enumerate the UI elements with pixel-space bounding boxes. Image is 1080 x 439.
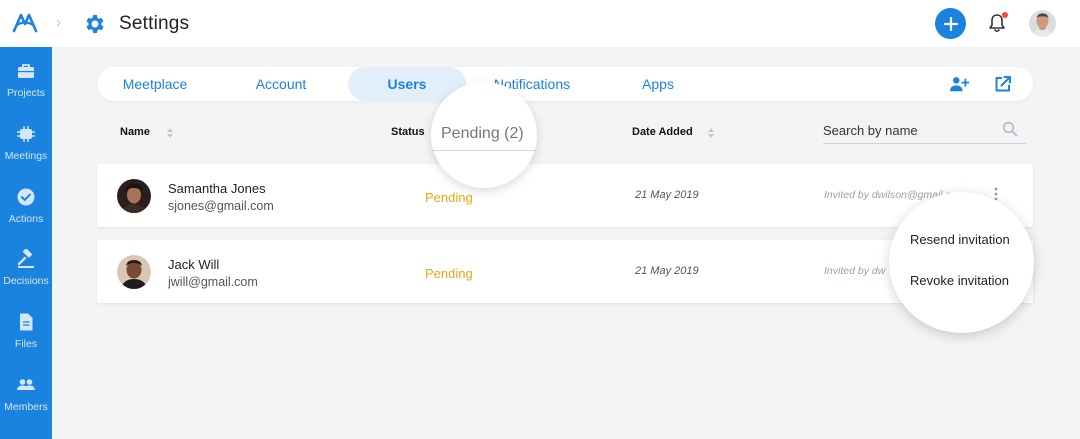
- add-button[interactable]: [935, 8, 966, 39]
- date-added: 21 May 2019: [635, 189, 699, 201]
- column-header-status[interactable]: Status: [391, 126, 425, 138]
- sidebar-item-label: Members: [4, 401, 48, 413]
- status-filter-dropdown[interactable]: Pending (2): [431, 82, 537, 188]
- search-input[interactable]: [823, 118, 993, 143]
- sidebar-item-label: Projects: [7, 87, 45, 99]
- search-icon[interactable]: [1002, 121, 1018, 137]
- people-icon: [17, 379, 35, 390]
- column-header-name[interactable]: Name: [120, 126, 150, 138]
- user-avatar[interactable]: [1029, 10, 1056, 37]
- page-title: Settings: [119, 13, 190, 34]
- invited-by: Invited by dw: [824, 265, 886, 277]
- plus-icon: [943, 16, 958, 31]
- sidebar-item-label: Decisions: [3, 275, 49, 287]
- chevron-right-icon: ›: [56, 14, 62, 31]
- brand-logo[interactable]: [12, 12, 38, 34]
- sidebar-item-files[interactable]: Files: [0, 312, 52, 366]
- sidebar-item-members[interactable]: Members: [0, 375, 52, 429]
- sidebar-item-label: Meetings: [4, 150, 48, 162]
- gear-icon: [86, 15, 104, 33]
- settings-tab-bar: Meetplace Account Users Notifications Ap…: [97, 67, 1033, 101]
- sidebar-item-decisions[interactable]: Decisions: [0, 249, 52, 303]
- sidebar-item-label: Actions: [8, 213, 44, 225]
- check-circle-icon: [17, 188, 35, 206]
- user-email: jwill@gmail.com: [168, 275, 258, 289]
- resend-invitation-menu-item[interactable]: Resend invitation: [910, 232, 1010, 247]
- status-badge: Pending: [425, 266, 473, 281]
- avatar: [117, 255, 151, 289]
- divider: [431, 150, 537, 151]
- tab-apps[interactable]: Apps: [602, 67, 714, 101]
- revoke-invitation-menu-item[interactable]: Revoke invitation: [910, 273, 1009, 288]
- row-action-menu: Resend invitation Revoke invitation: [889, 192, 1034, 333]
- status-badge: Pending: [425, 190, 473, 205]
- top-bar: › Settings: [0, 0, 1080, 47]
- add-user-icon[interactable]: [949, 75, 969, 93]
- date-added: 21 May 2019: [635, 265, 699, 277]
- export-icon[interactable]: [993, 75, 1013, 93]
- sidebar-item-projects[interactable]: Projects: [0, 61, 52, 115]
- column-header-date-added[interactable]: Date Added: [632, 126, 693, 138]
- search-field: [823, 118, 1026, 144]
- user-name: Jack Will: [168, 257, 220, 272]
- user-name: Samantha Jones: [168, 181, 266, 196]
- sidebar: Projects Meetings Actions Decisions File…: [0, 47, 52, 439]
- meetings-icon: [17, 126, 35, 142]
- tab-account[interactable]: Account: [219, 67, 343, 101]
- sort-icon[interactable]: [166, 127, 174, 139]
- status-filter-value: Pending (2): [441, 125, 524, 142]
- gavel-icon: [17, 249, 34, 268]
- notification-dot: [1002, 12, 1008, 18]
- sidebar-item-meetings[interactable]: Meetings: [0, 124, 52, 178]
- briefcase-icon: [18, 64, 34, 78]
- avatar: [117, 179, 151, 213]
- sidebar-item-label: Files: [14, 338, 38, 350]
- sort-icon[interactable]: [707, 127, 715, 139]
- user-email: sjones@gmail.com: [168, 199, 274, 213]
- tab-meetplace[interactable]: Meetplace: [97, 67, 213, 101]
- sidebar-item-actions[interactable]: Actions: [0, 187, 52, 241]
- file-icon: [20, 313, 33, 331]
- table-row[interactable]: Samantha Jones sjones@gmail.com Pending …: [97, 164, 1033, 227]
